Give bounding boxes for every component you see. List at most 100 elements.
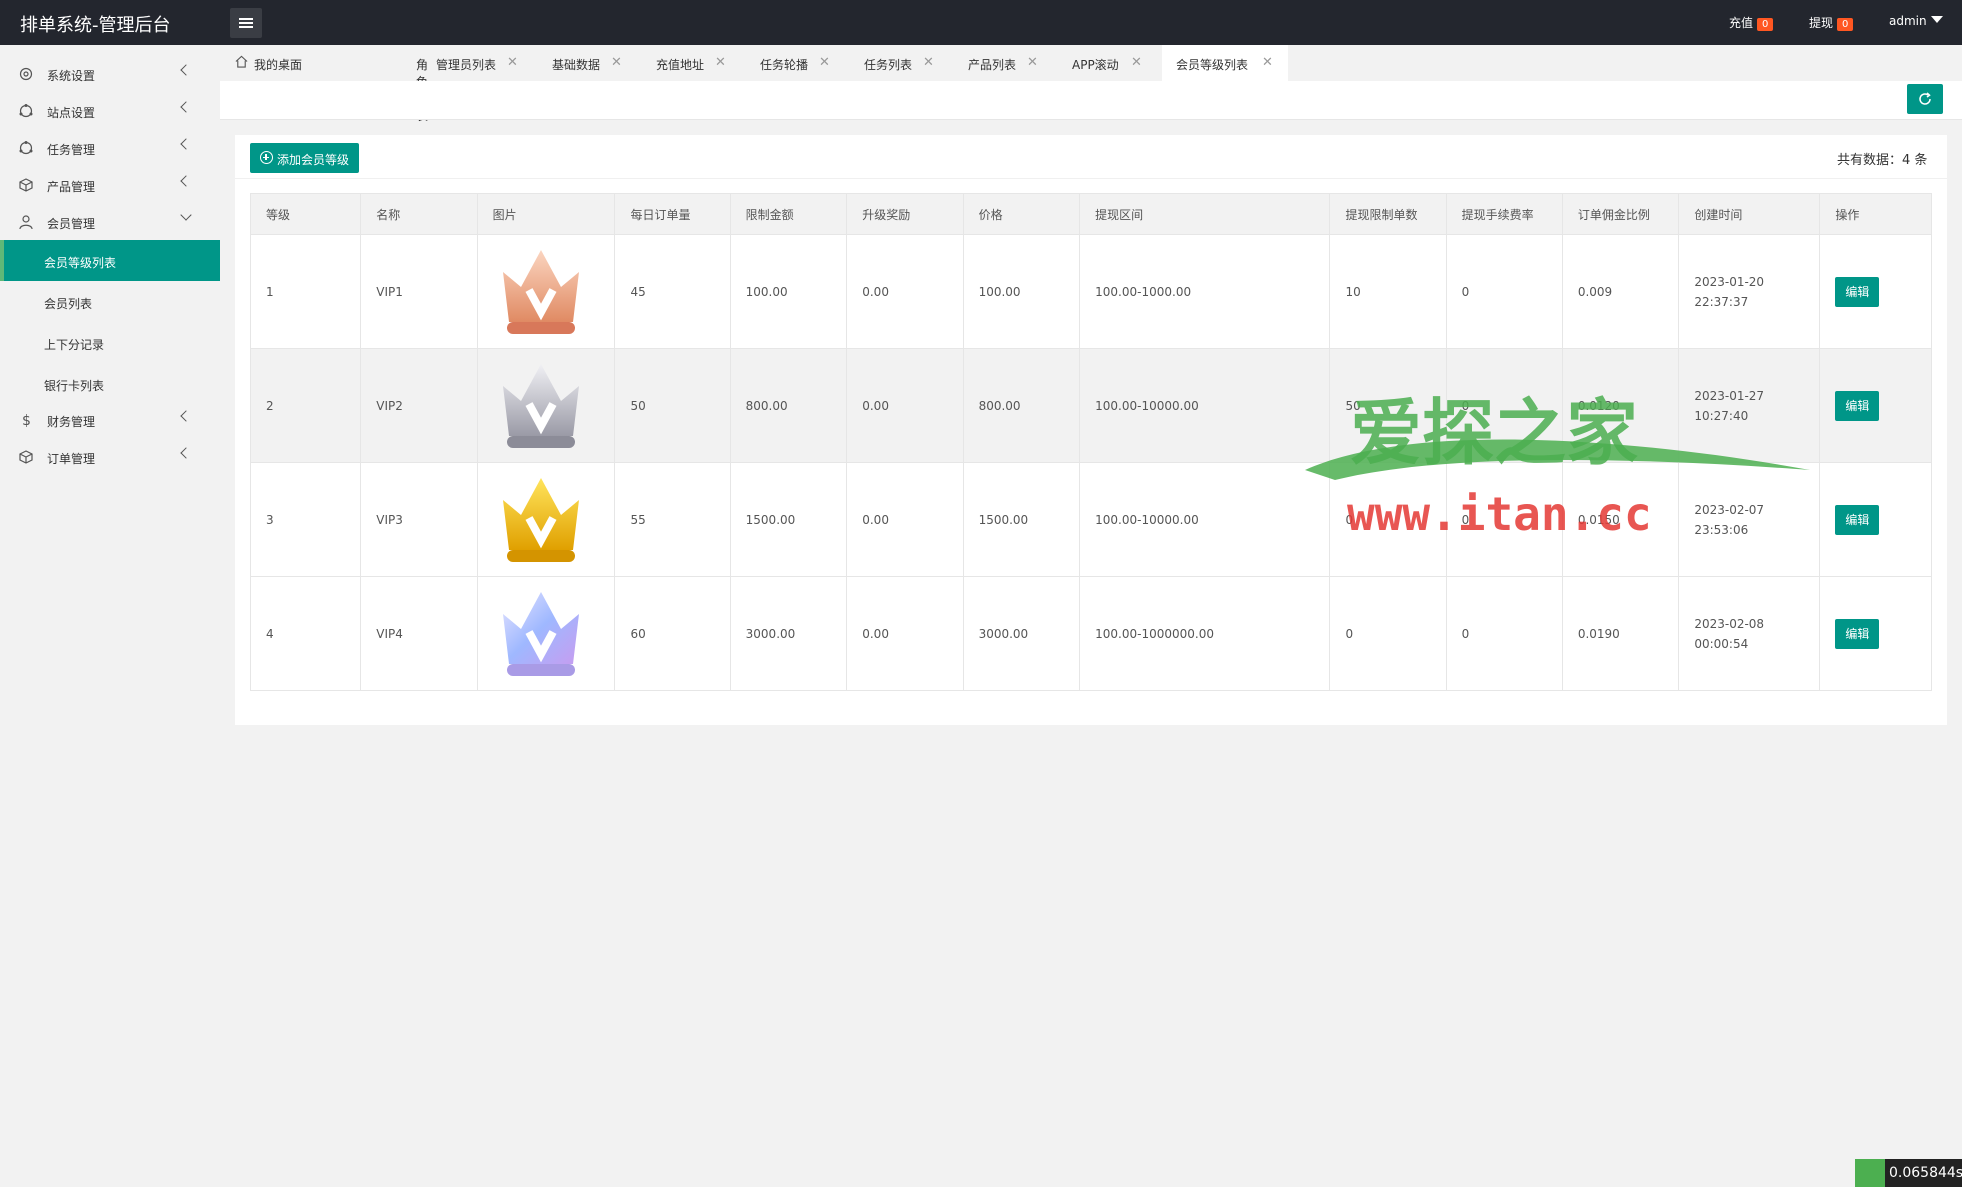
sidebar-item-site[interactable]: 站点设置 (0, 92, 220, 129)
cell-price: 800.00 (962, 348, 1081, 463)
total-count: 共有数据：4 条 (1837, 153, 1928, 168)
column-header: 升级奖励 (846, 193, 964, 235)
edit-button[interactable]: 编辑 (1835, 390, 1880, 421)
sidebar-subitem-member-level[interactable]: 会员等级列表 (0, 240, 220, 281)
close-icon[interactable]: ✕ (1131, 55, 1142, 70)
close-icon[interactable]: ✕ (1262, 55, 1273, 70)
cell-actions: 编辑 (1819, 576, 1932, 691)
recharge-badge: 0 (1757, 18, 1774, 31)
cell-actions: 编辑 (1819, 234, 1932, 349)
close-icon[interactable]: ✕ (1027, 55, 1038, 70)
close-icon[interactable]: ✕ (507, 55, 518, 70)
sidebar-item-label: 会员管理 (47, 217, 96, 231)
withdraw-link[interactable]: 提现 0 (1809, 14, 1854, 31)
add-member-level-button[interactable]: 添加会员等级 (250, 143, 359, 173)
box-icon (19, 178, 33, 192)
cell-limit: 100.00 (729, 234, 848, 349)
tab-bar: 我的桌面 角色列表 管理员列表 ✕ 基础数据 ✕ 充值地址 ✕ 任务轮播 ✕ 任… (220, 45, 1962, 123)
cell-fee: 0 (1445, 348, 1563, 463)
tab-basic-data[interactable]: 基础数据 ✕ (524, 45, 628, 81)
tab-product-list[interactable]: 产品列表 ✕ (940, 45, 1044, 81)
cell-commission: 0.009 (1561, 234, 1680, 349)
chevron-down-icon (180, 209, 192, 221)
cell-commission: 0.0150 (1561, 462, 1680, 577)
column-header: 创建时间 (1678, 193, 1821, 235)
sidebar-item-member[interactable]: 会员管理 (0, 203, 220, 240)
cell-created: 2023-01-20 22:37:37 (1678, 234, 1821, 349)
created-time: 2023-02-08 00:00:54 (1694, 616, 1765, 651)
tab-member-level[interactable]: 会员等级列表 ✕ (1162, 45, 1288, 81)
render-timer: 0.065844s (1855, 1159, 1962, 1187)
chevron-left-icon (180, 175, 192, 187)
tab-admins[interactable]: 管理员列表 ✕ (408, 45, 524, 81)
cell-actions: 编辑 (1819, 348, 1932, 463)
tab-recharge-address[interactable]: 充值地址 ✕ (628, 45, 732, 81)
cell-withdraw-limit: 10 (1329, 234, 1447, 349)
cell-limit: 1500.00 (729, 462, 848, 577)
cell-level: 1 (249, 234, 362, 349)
cell-range: 100.00-10000.00 (1079, 348, 1331, 463)
sidebar-item-system[interactable]: 系统设置 (0, 55, 220, 92)
tab-label: 任务列表 (864, 58, 913, 72)
tab-roles[interactable]: 角色列表 (304, 45, 428, 123)
column-header: 图片 (476, 193, 616, 235)
divider (235, 178, 1947, 179)
cell-created: 2023-02-08 00:00:54 (1678, 576, 1821, 691)
sidebar-item-finance[interactable]: $ 财务管理 (0, 401, 220, 438)
withdraw-label: 提现 (1809, 16, 1834, 30)
sidebar-item-label: 订单管理 (47, 452, 96, 466)
close-icon[interactable]: ✕ (923, 55, 934, 70)
cell-daily: 50 (614, 348, 731, 463)
user-menu[interactable]: admin (1889, 14, 1943, 28)
refresh-icon (1919, 92, 1931, 105)
tab-desktop[interactable]: 我的桌面 (220, 45, 304, 81)
tab-task-carousel[interactable]: 任务轮播 ✕ (732, 45, 836, 81)
cell-withdraw-limit: 0 (1329, 576, 1447, 691)
chevron-left-icon (180, 64, 192, 76)
column-header: 等级 (249, 193, 362, 235)
column-header: 操作 (1819, 193, 1932, 235)
svg-text:$: $ (22, 413, 31, 428)
column-header: 订单佣金比例 (1561, 193, 1680, 235)
cell-level: 3 (249, 462, 362, 577)
close-icon[interactable]: ✕ (715, 55, 726, 70)
tab-app-scroll[interactable]: APP滚动 ✕ (1044, 45, 1148, 81)
crystal-crown-image (502, 591, 579, 676)
task-icon (19, 141, 33, 155)
sidebar-item-order[interactable]: 订单管理 (0, 438, 220, 475)
caret-down-icon (1930, 16, 1943, 23)
column-header: 提现限制单数 (1329, 193, 1447, 235)
table-row: 1 VIP1 45 100.00 0.00 100.00 100.00-1000… (249, 234, 1932, 349)
tab-task-list[interactable]: 任务列表 ✕ (836, 45, 940, 81)
sidebar-item-label: 产品管理 (47, 180, 96, 194)
menu-toggle-button[interactable] (230, 8, 262, 38)
edit-button[interactable]: 编辑 (1835, 618, 1880, 649)
cell-created: 2023-02-07 23:53:06 (1678, 462, 1821, 577)
cell-created: 2023-01-27 10:27:40 (1678, 348, 1821, 463)
cell-withdraw-limit: 0 (1329, 462, 1447, 577)
app-title: 排单系统-管理后台 (20, 15, 171, 36)
sidebar: 系统设置 站点设置 任务管理 产品管理 会员管理 会员等级列表 会员列表 上下分… (0, 45, 220, 1187)
member-level-table: 等级 名称 图片 每日订单量 限制金额 升级奖励 价格 提现区间 提现限制单数 … (249, 193, 1932, 691)
sidebar-subitem-member-list[interactable]: 会员列表 (0, 281, 220, 322)
cell-level: 4 (249, 576, 362, 691)
chevron-left-icon (180, 101, 192, 113)
edit-button[interactable]: 编辑 (1835, 504, 1880, 535)
sidebar-subitem-points-record[interactable]: 上下分记录 (0, 322, 220, 363)
column-header: 每日订单量 (614, 193, 731, 235)
close-icon[interactable]: ✕ (611, 55, 622, 70)
cell-level: 2 (249, 348, 362, 463)
edit-button[interactable]: 编辑 (1835, 276, 1880, 307)
cell-name: VIP3 (360, 462, 478, 577)
cell-price: 100.00 (962, 234, 1081, 349)
cell-image (476, 234, 616, 349)
refresh-button[interactable] (1907, 84, 1943, 114)
cell-range: 100.00-10000.00 (1079, 462, 1331, 577)
silver-crown-image (502, 363, 579, 448)
sidebar-subitem-label: 会员等级列表 (44, 256, 117, 270)
sidebar-subitem-bank-card[interactable]: 银行卡列表 (0, 363, 220, 404)
sidebar-item-task[interactable]: 任务管理 (0, 129, 220, 166)
recharge-link[interactable]: 充值 0 (1729, 14, 1774, 31)
sidebar-item-product[interactable]: 产品管理 (0, 166, 220, 203)
close-icon[interactable]: ✕ (819, 55, 830, 70)
